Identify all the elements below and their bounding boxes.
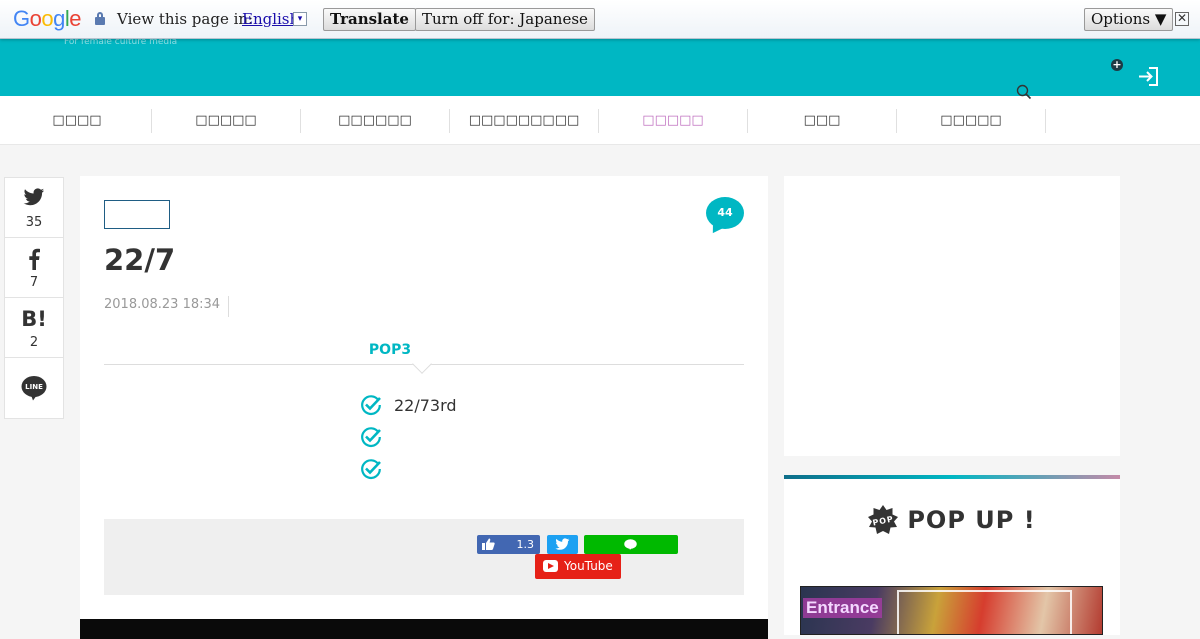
plus-icon[interactable]: + [1111, 59, 1123, 71]
twitter-icon [23, 188, 45, 206]
popup-thumbnail[interactable]: Entrance [800, 586, 1103, 635]
line-icon: LINE [21, 376, 47, 401]
nav-item[interactable]: □□□□ [3, 109, 152, 133]
nav-item[interactable]: □□□□□□□□□ [450, 109, 599, 133]
point-text: 22/73rd [394, 395, 457, 415]
logo-letter: g [53, 6, 65, 31]
line-share-button[interactable]: LINE [5, 358, 63, 418]
logo-letter: o [29, 6, 42, 31]
check-circle-icon [361, 459, 381, 479]
article-title: 22/7 [104, 243, 176, 277]
nav-item[interactable]: □□□ [748, 109, 897, 133]
logo-letter: e [69, 6, 82, 31]
list-item [360, 421, 457, 453]
facebook-icon [29, 248, 40, 270]
logo-letter: o [41, 6, 54, 31]
search-icon[interactable] [1016, 84, 1032, 100]
category-tag[interactable] [104, 200, 170, 229]
language-select[interactable]: English [242, 10, 299, 28]
google-logo: Google [13, 6, 82, 32]
hatena-count: 2 [29, 335, 39, 350]
line-icon-label: LINE [25, 383, 43, 391]
login-icon[interactable] [1138, 67, 1159, 86]
thumbs-up-icon [482, 538, 495, 550]
nav-item[interactable]: □□□□□ [897, 109, 1046, 133]
popup-widget: POP POP UP ! Entrance [784, 475, 1120, 635]
video-embed[interactable] [80, 619, 768, 639]
check-circle-icon [361, 427, 381, 447]
main-nav: □□□□ □□□□□ □□□□□□ □□□□□□□□□ □□□□□ □□□ □□… [0, 96, 1200, 145]
lock-icon [95, 12, 105, 25]
article-card: 44 22/7 2018.08.23 18:34 POP3 22/73rd 1.… [80, 176, 768, 639]
nav-item[interactable]: □□□□□□ [301, 109, 450, 133]
logo-letter: G [13, 6, 30, 31]
close-icon[interactable]: ✕ [1175, 12, 1189, 26]
gradient-divider [784, 475, 1120, 479]
twitter-icon [555, 538, 570, 550]
turn-off-button[interactable]: Turn off for: Japanese [415, 8, 595, 31]
article-date: 2018.08.23 18:34 [104, 296, 230, 317]
pop3-label: POP3 [368, 342, 412, 358]
pop-badge-icon: POP [868, 505, 899, 534]
twitter-count: 35 [25, 215, 43, 230]
view-page-label: View this page in: [117, 10, 254, 28]
facebook-like-button[interactable]: 1.3 [477, 535, 540, 554]
thumbnail-sign: Entrance [803, 598, 882, 618]
translate-button[interactable]: Translate [323, 8, 416, 31]
youtube-subscribe-button[interactable]: YouTube [535, 554, 621, 579]
share-box: 1.3 YouTube [104, 519, 744, 595]
check-circle-icon [361, 395, 381, 415]
thumbnail-frame [897, 590, 1072, 634]
youtube-play-icon [543, 560, 558, 572]
youtube-label: YouTube [564, 559, 613, 573]
share-sidebar: 35 7 B! 2 LINE [4, 177, 64, 419]
tweet-button[interactable] [547, 535, 578, 554]
language-dropdown-icon[interactable]: ▾ [293, 12, 307, 26]
facebook-share-button[interactable]: 7 [5, 238, 63, 298]
comment-count-badge[interactable]: 44 [706, 197, 744, 229]
popup-heading: POP POP UP ! [784, 505, 1120, 535]
nav-item[interactable]: □□□□□ [152, 109, 301, 133]
hatena-icon: B! [21, 307, 47, 331]
ad-slot [784, 176, 1120, 456]
list-item [360, 453, 457, 485]
nav-item-active[interactable]: □□□□□ [599, 109, 748, 133]
hatena-share-button[interactable]: B! 2 [5, 298, 63, 358]
like-count: 1.3 [516, 538, 535, 551]
line-send-button[interactable] [584, 535, 678, 554]
translate-bar: Google View this page in: English ▾ Tran… [0, 0, 1200, 39]
pop3-list: 22/73rd [360, 389, 457, 485]
twitter-share-button[interactable]: 35 [5, 178, 63, 238]
popup-title: POP UP ! [907, 506, 1036, 534]
options-button[interactable]: Options ▼ [1084, 8, 1174, 31]
list-item: 22/73rd [360, 389, 457, 421]
line-icon [624, 539, 637, 550]
facebook-count: 7 [29, 275, 39, 290]
